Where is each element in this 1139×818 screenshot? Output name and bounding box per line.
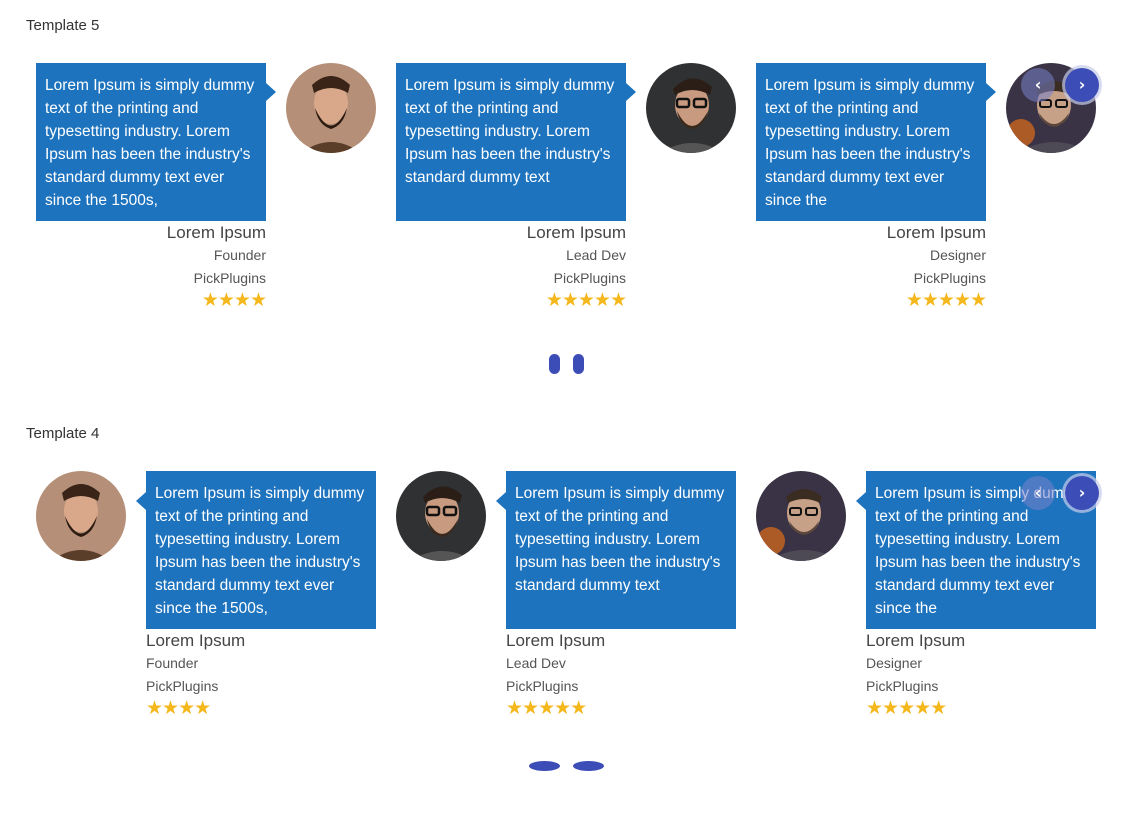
testimonial-text: Lorem Ipsum is simply dummy text of the … <box>146 471 376 629</box>
author-name: Lorem Ipsum <box>146 631 246 650</box>
star-rating: ★★★★★ <box>866 698 947 719</box>
bubble-tail <box>986 83 996 101</box>
author-name: Lorem Ipsum <box>166 223 266 242</box>
carousel-dot-2[interactable] <box>573 761 604 771</box>
avatar <box>36 471 126 561</box>
author-company: PickPlugins <box>193 270 266 286</box>
star-rating: ★★★★★ <box>545 290 627 311</box>
bubble-tail <box>496 492 506 510</box>
avatar <box>646 63 736 153</box>
author-company: PickPlugins <box>553 270 626 286</box>
bubble-tail <box>626 83 636 101</box>
template5-title: Template 5 <box>26 17 100 34</box>
carousel-prev-button[interactable]: ‹ <box>1021 476 1055 510</box>
testimonial-text: Lorem Ipsum is simply dummy text of the … <box>866 471 1096 629</box>
carousel-prev-button[interactable]: ‹ <box>1021 68 1055 102</box>
author-name: Lorem Ipsum <box>886 223 986 242</box>
testimonial-text: Lorem Ipsum is simply dummy text of the … <box>36 63 266 221</box>
author-name: Lorem Ipsum <box>866 631 966 650</box>
author-role: Lead Dev <box>506 655 566 671</box>
template4-title: Template 4 <box>26 425 100 442</box>
author-name: Lorem Ipsum <box>506 631 606 650</box>
bubble-tail <box>136 492 146 510</box>
testimonial-text: Lorem Ipsum is simply dummy text of the … <box>396 63 626 221</box>
avatar <box>286 63 376 153</box>
bubble-tail <box>266 83 276 101</box>
chevron-right-icon: › <box>1078 75 1086 94</box>
carousel-dot-1[interactable] <box>529 761 560 771</box>
bubble-tail <box>856 492 866 510</box>
author-role: Founder <box>146 655 199 671</box>
carousel-next-button[interactable]: › <box>1065 476 1099 510</box>
star-rating: ★★★★ <box>201 290 267 311</box>
author-role: Designer <box>866 655 923 671</box>
testimonial-text: Lorem Ipsum is simply dummy text of the … <box>756 63 986 221</box>
author-company: PickPlugins <box>866 678 939 694</box>
avatar <box>396 471 486 561</box>
chevron-right-icon: › <box>1078 483 1086 502</box>
testimonial-text: Lorem Ipsum is simply dummy text of the … <box>506 471 736 629</box>
carousel-dot-2[interactable] <box>573 354 584 374</box>
author-role: Designer <box>929 247 986 263</box>
star-rating: ★★★★★ <box>506 698 587 719</box>
author-role: Lead Dev <box>566 247 626 263</box>
carousel-dot-1[interactable] <box>549 354 560 374</box>
author-company: PickPlugins <box>913 270 986 286</box>
author-role: Founder <box>213 247 266 263</box>
star-rating: ★★★★★ <box>905 290 987 311</box>
author-name: Lorem Ipsum <box>526 223 626 242</box>
avatar <box>756 471 846 561</box>
carousel-next-button[interactable]: › <box>1065 68 1099 102</box>
chevron-left-icon: ‹ <box>1034 483 1042 502</box>
star-rating: ★★★★ <box>146 698 211 719</box>
chevron-left-icon: ‹ <box>1034 75 1042 94</box>
author-company: PickPlugins <box>146 678 219 694</box>
author-company: PickPlugins <box>506 678 579 694</box>
